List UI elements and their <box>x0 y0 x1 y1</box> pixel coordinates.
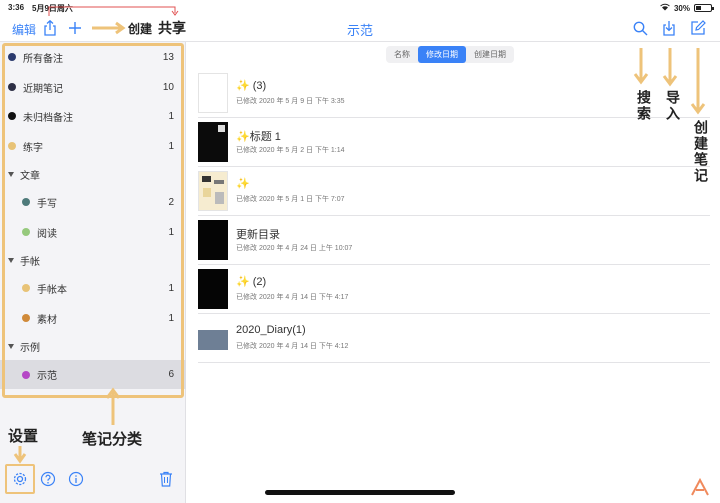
annotation-search: 搜索 <box>635 90 651 122</box>
annotation-create: 创建 <box>128 22 153 36</box>
brand-logo-icon <box>691 478 709 496</box>
annotation-share: 共享 <box>158 21 186 37</box>
home-indicator <box>265 490 455 495</box>
annotation-import: 导入 <box>664 90 680 122</box>
annotation-settings: 设置 <box>8 427 39 445</box>
annotation-create-note: 创建笔记 <box>692 120 708 184</box>
annotation-categories: 笔记分类 <box>82 430 143 448</box>
